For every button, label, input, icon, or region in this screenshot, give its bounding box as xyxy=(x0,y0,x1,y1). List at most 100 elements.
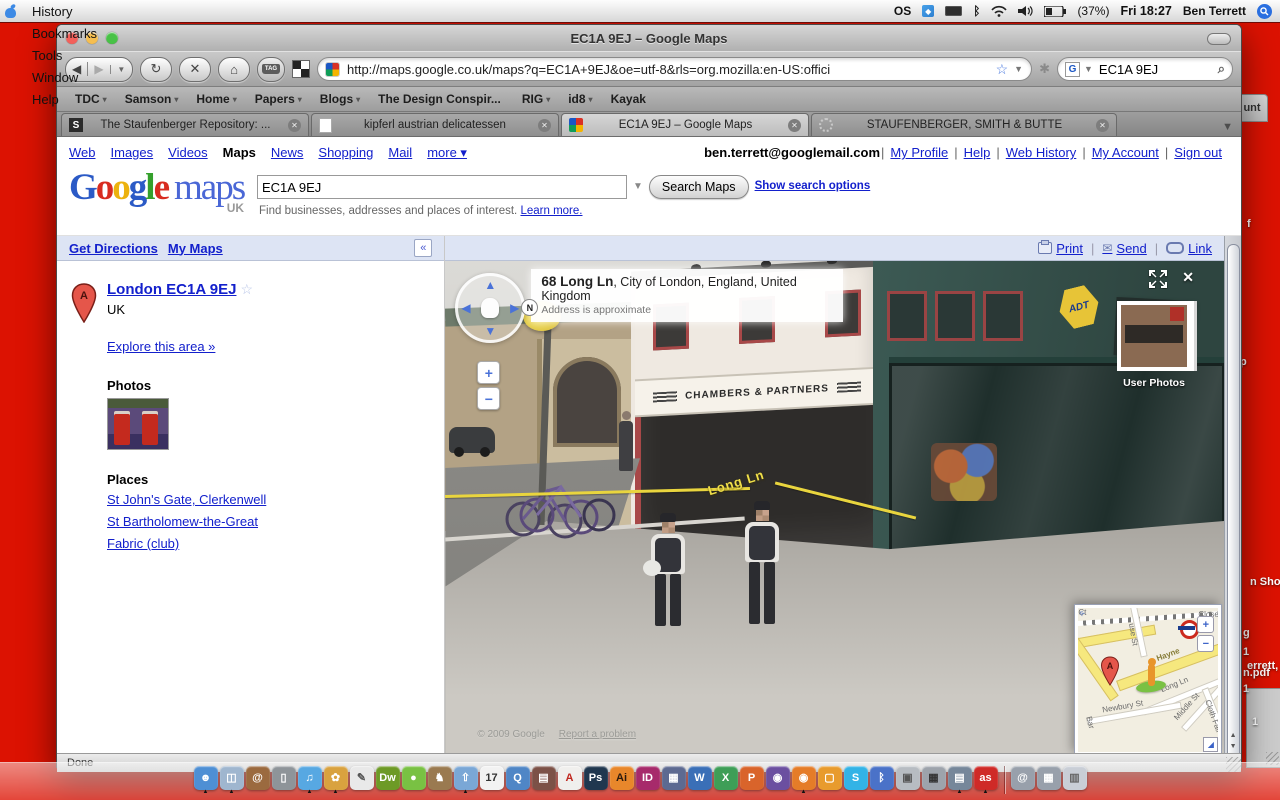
google-nav-link[interactable]: Mail xyxy=(388,145,412,161)
user-photos-widget[interactable]: User Photos xyxy=(1116,301,1192,389)
url-input[interactable] xyxy=(345,61,990,78)
dock-app-icon[interactable]: ▦ xyxy=(921,766,946,795)
user-menu[interactable]: Ben Terrett xyxy=(1183,4,1246,18)
keyboard-battery-icon[interactable] xyxy=(945,6,962,16)
search-history-dropdown-icon[interactable]: ▼ xyxy=(633,181,643,192)
account-link[interactable]: Web History xyxy=(1001,145,1082,160)
pan-right-arrow[interactable]: ▶ xyxy=(510,301,519,315)
google-nav-link[interactable]: more ▾ xyxy=(427,145,467,161)
dock-app-icon[interactable]: ◉ ▲ xyxy=(791,766,816,795)
dock-app-icon[interactable]: ▤ ▲ xyxy=(947,766,972,795)
place-link[interactable]: St John's Gate, Clerkenwell xyxy=(107,492,266,507)
minimap-zoom-out-button[interactable]: − xyxy=(1197,635,1214,652)
apple-menu-icon[interactable] xyxy=(0,0,22,22)
spotlight-icon[interactable] xyxy=(1257,4,1272,19)
get-directions-link[interactable]: Get Directions xyxy=(69,241,158,256)
dock-app-icon[interactable]: ▢ xyxy=(817,766,842,795)
drag-hand-icon[interactable] xyxy=(481,298,499,318)
menu-item[interactable]: History xyxy=(22,0,107,22)
title-bar[interactable]: EC1A 9EJ – Google Maps xyxy=(57,25,1241,51)
minimap-zoom-in-button[interactable]: + xyxy=(1197,616,1214,633)
bookmark-item[interactable]: Home▾ xyxy=(188,87,244,111)
google-nav-link[interactable]: Maps xyxy=(223,145,256,161)
dock-app-icon[interactable]: A xyxy=(557,766,582,795)
dock-app-icon[interactable]: X xyxy=(713,766,738,795)
url-dropdown-icon[interactable]: ▼ xyxy=(1014,64,1023,74)
toolbar-search-input[interactable] xyxy=(1097,61,1214,78)
tab-kipferl[interactable]: kipferl austrian delicatessen ✕ xyxy=(311,113,559,136)
reload-button[interactable]: ↻ xyxy=(140,57,172,82)
show-search-options-link[interactable]: Show search options xyxy=(755,180,871,192)
pegman[interactable] xyxy=(1136,658,1166,694)
dock-app-icon[interactable]: S xyxy=(843,766,868,795)
dock-app-icon[interactable]: ● xyxy=(401,766,426,795)
save-star-icon[interactable]: ☆ xyxy=(240,281,253,297)
tag-extension-button[interactable]: TAG xyxy=(257,57,285,82)
street-view-zoom-out-button[interactable]: − xyxy=(477,387,500,410)
street-view-viewport[interactable]: CHAMBERS & PARTNERS THECHAMBE xyxy=(445,261,1224,753)
bookmark-item[interactable]: The Design Conspir... xyxy=(370,87,512,111)
account-link[interactable]: Sign out xyxy=(1169,145,1227,160)
bookmark-item[interactable]: Kayak xyxy=(603,87,657,111)
bookmark-item[interactable]: Samson▾ xyxy=(117,87,187,111)
tab-staufenberger-smith[interactable]: STAUFENBERGER, SMITH & BUTTE ✕ xyxy=(811,113,1117,136)
place-link[interactable]: Fabric (club) xyxy=(107,536,266,551)
bookmark-item[interactable]: Blogs▾ xyxy=(312,87,368,111)
dock-app-icon[interactable]: P xyxy=(739,766,764,795)
area-photo-thumbnail[interactable] xyxy=(107,398,169,450)
dock-app-icon[interactable]: Dw xyxy=(375,766,400,795)
tab-staufenberger-repository[interactable]: S The Staufenberger Repository: ... ✕ xyxy=(61,113,309,136)
dock-app-icon[interactable]: @ xyxy=(245,766,270,795)
link-link[interactable]: Link xyxy=(1166,241,1212,256)
bookmark-item[interactable]: Papers▾ xyxy=(247,87,310,111)
dock-app-icon[interactable]: ☻ ▲ xyxy=(193,766,218,795)
pan-up-arrow[interactable]: ▲ xyxy=(484,278,496,292)
street-view-zoom-in-button[interactable]: + xyxy=(477,361,500,384)
google-nav-link[interactable]: Videos xyxy=(168,145,208,161)
account-link[interactable]: Help xyxy=(959,145,996,160)
pan-left-arrow[interactable]: ◀ xyxy=(461,301,470,315)
dock-stack-icon[interactable]: ▦ xyxy=(1036,766,1061,795)
google-nav-link[interactable]: Images xyxy=(111,145,154,161)
delicious-icon[interactable] xyxy=(292,60,310,78)
dropbox-menu-icon[interactable]: ◆ xyxy=(922,5,934,17)
maps-search-input[interactable] xyxy=(257,175,627,199)
dock-app-icon[interactable]: ᛒ xyxy=(869,766,894,795)
dock-app-icon[interactable]: ◉ xyxy=(765,766,790,795)
place-link[interactable]: St Bartholomew-the-Great xyxy=(107,514,266,529)
search-magnifier-icon[interactable]: ⌕ xyxy=(1218,61,1225,77)
dock-stack-icon[interactable]: ▥ xyxy=(1062,766,1087,795)
dock-app-icon[interactable]: ✎ xyxy=(349,766,374,795)
explore-area-link[interactable]: Explore this area » xyxy=(107,339,215,354)
volume-menu-icon[interactable] xyxy=(1018,5,1033,17)
scrollbar-thumb[interactable] xyxy=(1227,244,1240,753)
account-link[interactable]: My Account xyxy=(1087,145,1164,160)
url-bar[interactable]: ☆ ▼ xyxy=(317,57,1032,81)
scroll-down-arrow[interactable]: ▼ xyxy=(1225,741,1241,752)
tab-close-icon[interactable]: ✕ xyxy=(538,119,551,132)
print-link[interactable]: Print xyxy=(1038,241,1083,256)
dock-app-icon[interactable]: ▣ xyxy=(895,766,920,795)
extension-icon[interactable]: ✱ xyxy=(1039,61,1050,77)
minimap-resize-grip[interactable]: ◢ xyxy=(1203,737,1218,752)
google-nav-link[interactable]: News xyxy=(271,145,304,161)
bookmark-star-icon[interactable]: ☆ xyxy=(996,61,1009,78)
collapse-panel-button[interactable]: « xyxy=(414,239,432,257)
dock-app-icon[interactable]: ⇧ ▲ xyxy=(453,766,478,795)
pan-control[interactable]: ▲ ▼ ◀ ▶ xyxy=(455,273,525,343)
dock-app-icon[interactable]: Ai xyxy=(609,766,634,795)
result-title-link[interactable]: London EC1A 9EJ xyxy=(107,281,236,298)
account-link[interactable]: My Profile xyxy=(885,145,953,160)
close-street-view-icon[interactable]: ✕ xyxy=(1182,269,1194,286)
tab-list-dropdown-icon[interactable]: ▼ xyxy=(1222,121,1233,133)
dock-app-icon[interactable]: ◫ ▲ xyxy=(219,766,244,795)
stop-button[interactable]: ✕ xyxy=(179,57,211,82)
dock-app-icon[interactable]: ♫ ▲ xyxy=(297,766,322,795)
google-nav-link[interactable]: Web xyxy=(69,145,96,161)
menu-item[interactable]: Window xyxy=(22,66,107,88)
search-bar[interactable]: G ▼ ⌕ xyxy=(1057,57,1233,81)
menu-item[interactable]: Help xyxy=(22,88,107,110)
menu-item[interactable]: Bookmarks xyxy=(22,22,107,44)
overview-minimap[interactable]: use StHayneLong LnMiddle StNewbury StClo… xyxy=(1075,605,1221,753)
dock-app-icon[interactable]: ✿ ▲ xyxy=(323,766,348,795)
